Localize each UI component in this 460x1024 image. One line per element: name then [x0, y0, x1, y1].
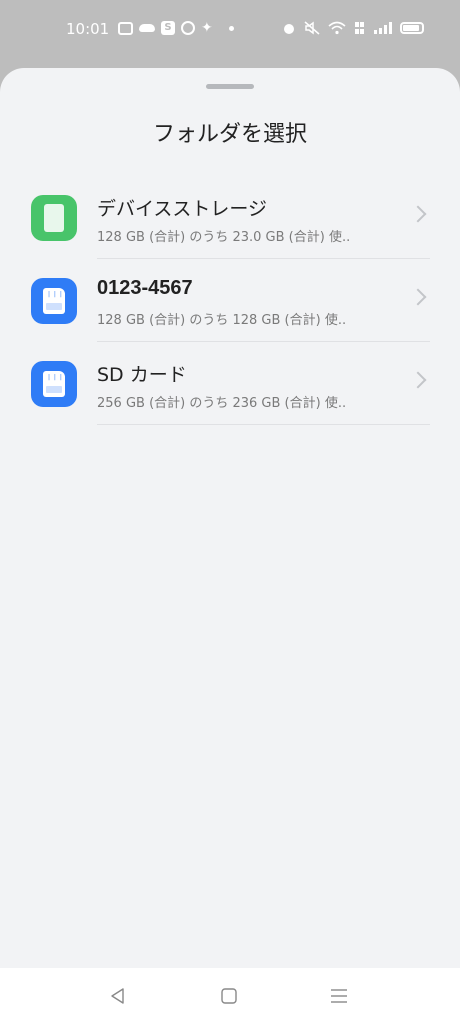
chevron-right-icon [409, 371, 427, 389]
system-icons [282, 21, 424, 35]
folder-name: デバイスストレージ [97, 198, 268, 220]
folder-detail: 128 GB (合計) のうち 128 GB (合計) 使.. [97, 313, 347, 328]
folder-picker-sheet: フォルダを選択 デバイスストレージ 128 GB (合計) のうち 23.0 G… [0, 68, 460, 968]
sheet-title: フォルダを選択 [152, 122, 307, 147]
folder-name: SD カード [97, 364, 187, 386]
alarm-icon [284, 24, 294, 34]
game-app-icon: ✦ [201, 20, 213, 36]
divider [97, 424, 430, 425]
back-icon[interactable] [106, 984, 130, 1008]
folder-item-device-storage[interactable]: デバイスストレージ 128 GB (合計) のうち 23.0 GB (合計) 使… [0, 176, 460, 259]
home-icon[interactable] [217, 984, 241, 1008]
chevron-right-icon [409, 205, 427, 223]
volte-icon [355, 22, 364, 34]
wifi-icon [328, 21, 346, 35]
sd-card-icon: | | | [31, 361, 77, 407]
dot-icon [229, 25, 234, 31]
status-time: 10:01 [66, 20, 110, 38]
battery-icon [400, 22, 424, 34]
navigation-bar [0, 968, 460, 1024]
circle-app-icon [181, 21, 195, 35]
folder-list: デバイスストレージ 128 GB (合計) のうち 23.0 GB (合計) 使… [0, 176, 460, 425]
folder-item-sd-card[interactable]: | | | SD カード 256 GB (合計) のうち 236 GB (合計)… [0, 342, 460, 425]
folder-name: 0123-4567 [97, 277, 193, 299]
chevron-right-icon [409, 288, 427, 306]
sd-card-icon: | | | [31, 278, 77, 324]
folder-item-0123-4567[interactable]: | | | 0123-4567 128 GB (合計) のうち 128 GB (… [0, 259, 460, 342]
cloud-icon [139, 24, 155, 32]
s-app-icon: S [161, 21, 175, 35]
phone-storage-icon [31, 195, 77, 241]
folder-detail: 256 GB (合計) のうち 236 GB (合計) 使.. [97, 396, 347, 411]
mute-icon [304, 21, 320, 35]
drag-handle[interactable] [206, 84, 254, 89]
message-icon [118, 21, 133, 35]
status-bar: 10:01 S ✦ [0, 0, 460, 62]
recents-icon[interactable] [327, 984, 351, 1008]
folder-detail: 128 GB (合計) のうち 23.0 GB (合計) 使.. [97, 230, 351, 245]
signal-icon [374, 22, 392, 34]
notification-icons: S ✦ [118, 21, 234, 35]
